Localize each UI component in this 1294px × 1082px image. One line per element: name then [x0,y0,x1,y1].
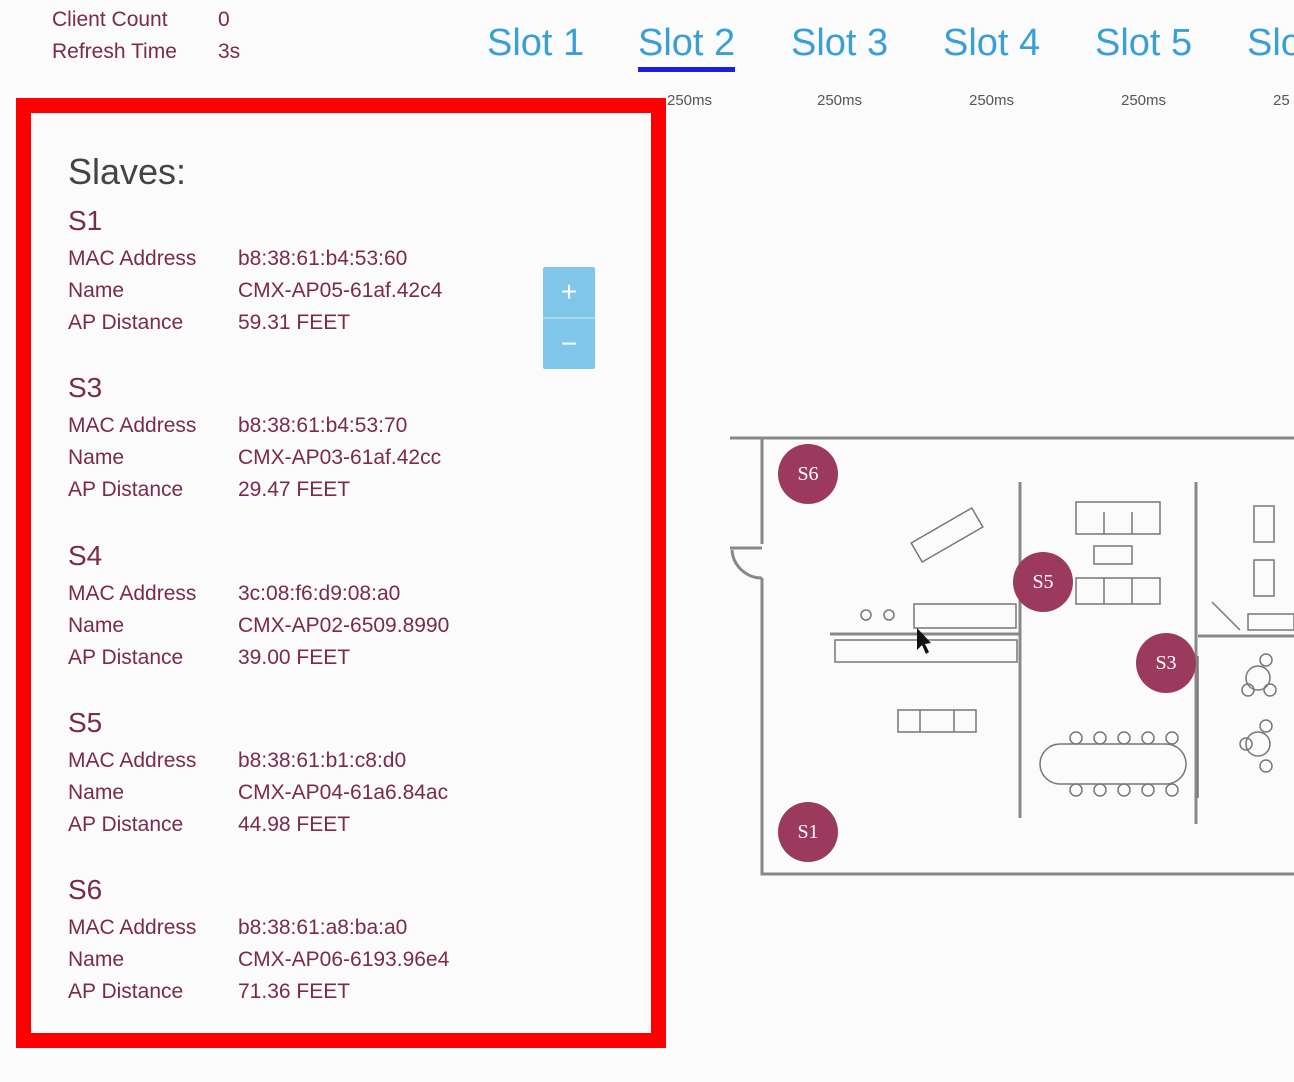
distance-value: 29.47 FEET [238,478,351,501]
zoom-out-button[interactable]: − [543,319,595,369]
distance-value: 71.36 FEET [238,980,351,1003]
slave-card-s3: S3 MAC Address b8:38:61:b4:53:70 Name CMX-… [68,372,488,506]
mac-label: MAC Address [68,916,197,939]
mac-label: MAC Address [68,247,197,270]
distance-label: AP Distance [68,478,184,501]
map-marker-s5[interactable]: S5 [1013,552,1073,612]
tab-slot-6[interactable]: Slo [1247,22,1294,65]
tab-slot-1[interactable]: Slot 1 [487,22,584,65]
map-marker-s1[interactable]: S1 [778,802,838,862]
mac-value: b8:38:61:b1:c8:d0 [238,749,407,772]
name-value: CMX-AP05-61af.42c4 [238,279,443,302]
tab-slot-5[interactable]: Slot 5 [1095,22,1192,65]
mac-value: 3c:08:f6:d9:08:a0 [238,582,401,605]
name-label: Name [68,948,125,971]
name-value: CMX-AP02-6509.8990 [238,614,450,637]
slave-id: S1 [68,205,103,236]
slave-card-s6: S6 MAC Address b8:38:61:a8:ba:a0 Name CMX-… [68,874,488,1008]
mac-value: b8:38:61:a8:ba:a0 [238,916,408,939]
tab-slot-5-rate: 250ms [1121,92,1167,109]
tab-slot-2[interactable]: Slot 2 [638,22,736,72]
slave-card-s4: S4 MAC Address 3c:08:f6:d9:08:a0 Name CMX-… [68,540,488,674]
floor-plan-map[interactable]: S6 S5 S3 S1 [728,432,1294,882]
name-value: CMX-AP03-61af.42cc [238,446,442,469]
slave-id: S4 [68,540,103,571]
name-label: Name [68,446,125,469]
slaves-panel: Slaves: S1 MAC Address b8:38:61:b4:53:60 … [16,98,666,1048]
zoom-in-button[interactable]: + [543,267,595,317]
slave-id: S3 [68,372,103,403]
map-marker-s3[interactable]: S3 [1136,633,1196,693]
name-label: Name [68,279,125,302]
tab-slot-3-rate: 250ms [817,92,863,109]
slaves-title: Slaves: [68,151,187,192]
name-value: CMX-AP06-6193.96e4 [238,948,450,971]
mac-value: b8:38:61:b4:53:60 [238,247,408,270]
mac-label: MAC Address [68,749,197,772]
distance-label: AP Distance [68,813,184,836]
distance-label: AP Distance [68,311,184,334]
distance-value: 39.00 FEET [238,646,351,669]
distance-label: AP Distance [68,646,184,669]
name-label: Name [68,781,125,804]
map-marker-s6[interactable]: S6 [778,444,838,504]
mac-label: MAC Address [68,582,197,605]
slave-card-s1: S1 MAC Address b8:38:61:b4:53:60 Name CMX-… [68,205,488,339]
distance-value: 44.98 FEET [238,813,351,836]
distance-label: AP Distance [68,980,184,1003]
distance-value: 59.31 FEET [238,311,351,334]
tab-slot-2-rate: 250ms [667,92,713,109]
tab-slot-4-rate: 250ms [969,92,1015,109]
mac-value: b8:38:61:b4:53:70 [238,414,408,437]
slave-id: S5 [68,707,103,738]
tab-slot-3[interactable]: Slot 3 [791,22,888,65]
tab-slot-4[interactable]: Slot 4 [943,22,1040,65]
slave-card-s5: S5 MAC Address b8:38:61:b1:c8:d0 Name CMX-… [68,707,488,841]
name-value: CMX-AP04-61a6.84ac [238,781,449,804]
name-label: Name [68,614,125,637]
slave-id: S6 [68,874,103,905]
mac-label: MAC Address [68,414,197,437]
tab-slot-6-rate: 25 [1273,92,1290,109]
zoom-control: + − [543,267,595,369]
